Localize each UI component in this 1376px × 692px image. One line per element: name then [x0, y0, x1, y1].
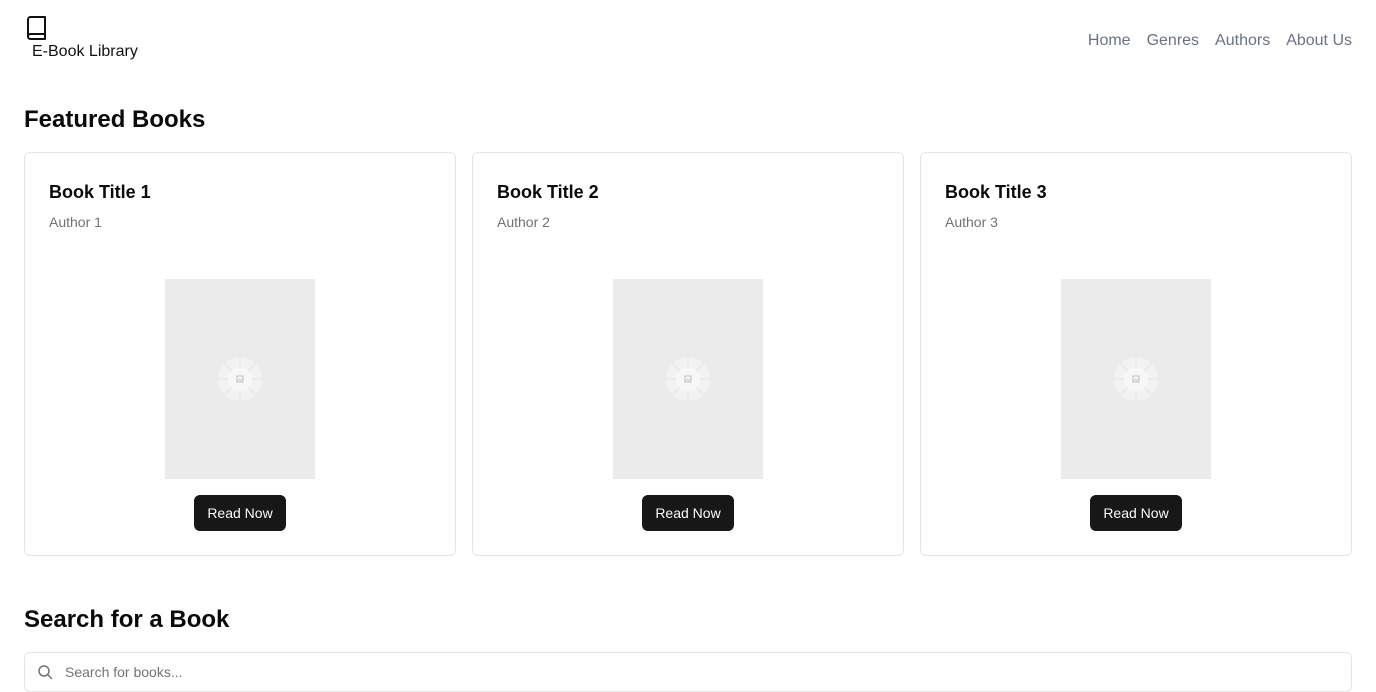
site-header: E-Book Library Home Genres Authors About…	[24, 16, 1352, 66]
book-title: Book Title 2	[497, 182, 599, 202]
book-icon	[27, 16, 46, 40]
book-card: Book Title 2 Author 2 Read Now	[472, 152, 904, 556]
read-now-button[interactable]: Read Now	[194, 495, 286, 531]
search-box[interactable]	[24, 652, 1352, 692]
search-icon	[38, 665, 53, 680]
read-now-button[interactable]: Read Now	[1090, 495, 1182, 531]
search-input[interactable]	[65, 653, 1335, 691]
book-author: Author 3	[945, 214, 998, 230]
nav-item-about-us[interactable]: About Us	[1286, 31, 1352, 51]
image-placeholder-icon	[218, 357, 262, 401]
main-nav: Home Genres Authors About Us	[1088, 31, 1352, 51]
nav-item-genres[interactable]: Genres	[1147, 31, 1199, 51]
brand[interactable]: E-Book Library	[24, 16, 184, 66]
image-placeholder-icon	[1114, 357, 1158, 401]
book-cover	[165, 279, 315, 479]
read-now-button[interactable]: Read Now	[642, 495, 734, 531]
nav-item-home[interactable]: Home	[1088, 31, 1131, 51]
book-author: Author 1	[49, 214, 102, 230]
book-card: Book Title 1 Author 1 Read Now	[24, 152, 456, 556]
brand-name: E-Book Library	[32, 43, 138, 60]
nav-item-authors[interactable]: Authors	[1215, 31, 1270, 51]
page: E-Book Library Home Genres Authors About…	[0, 0, 1376, 692]
book-card: Book Title 3 Author 3 Read Now	[920, 152, 1352, 556]
book-author: Author 2	[497, 214, 550, 230]
book-title: Book Title 1	[49, 182, 151, 202]
featured-books-list: Book Title 1 Author 1 Read Now Book Titl…	[24, 152, 1352, 556]
featured-books-heading: Featured Books	[24, 106, 206, 133]
search-heading: Search for a Book	[24, 606, 230, 633]
book-title: Book Title 3	[945, 182, 1047, 202]
image-placeholder-icon	[666, 357, 710, 401]
book-cover	[1061, 279, 1211, 479]
book-cover	[613, 279, 763, 479]
